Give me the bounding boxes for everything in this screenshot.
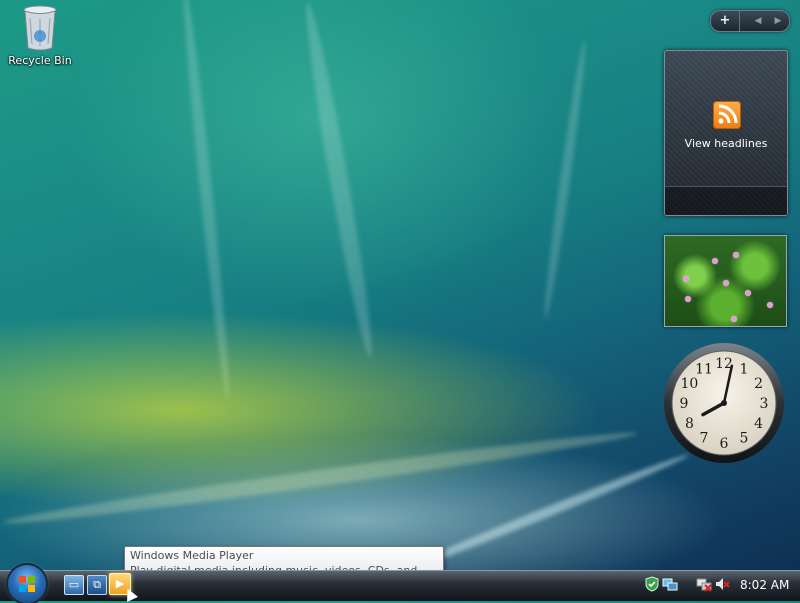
next-gadgets-button[interactable]: ▶ — [769, 11, 787, 31]
clock-face: 12 1234567891011 — [664, 343, 784, 463]
desktop-icon-label: Recycle Bin — [8, 54, 72, 67]
clock-number: 6 — [720, 436, 729, 452]
clock-gadget[interactable]: 12 1 2 3 4 5 6 7 8 9 10 11 — [663, 342, 785, 464]
wallpaper-streak — [178, 0, 234, 400]
recycle-bin-icon — [23, 5, 57, 51]
windows-logo-icon — [19, 576, 35, 592]
shield-icon[interactable] — [644, 576, 660, 592]
network-icon[interactable] — [662, 576, 678, 592]
flower-photo-icon — [665, 236, 786, 326]
clock-number: 4 — [754, 416, 763, 432]
sidebar-controls: + ◀ ▶ — [710, 10, 790, 32]
previous-gadgets-button[interactable]: ◀ — [749, 11, 767, 31]
clock-number: 7 — [700, 431, 709, 447]
feed-headlines-gadget[interactable]: View headlines — [664, 50, 788, 216]
clock-number: 8 — [685, 416, 694, 432]
desktop-icon-recycle-bin[interactable]: Recycle Bin — [6, 4, 74, 67]
network-disconnected-icon[interactable] — [696, 576, 712, 592]
show-desktop-button[interactable]: ▭ — [64, 575, 84, 595]
show-desktop-icon: ▭ — [68, 578, 80, 591]
wallpaper-streak — [298, 1, 380, 359]
slideshow-gadget[interactable] — [664, 235, 787, 327]
clock-number: 1 — [740, 361, 749, 377]
start-button[interactable] — [8, 565, 46, 603]
clock-number: 3 — [760, 396, 769, 412]
volume-muted-icon[interactable] — [714, 576, 730, 592]
switch-windows-icon: ⧉ — [93, 578, 101, 591]
view-headlines-link[interactable]: View headlines — [665, 137, 787, 150]
tooltip-title: Windows Media Player — [130, 549, 254, 562]
clock-number: 11 — [695, 361, 713, 377]
clock-number: 5 — [740, 431, 749, 447]
rss-icon — [713, 101, 741, 129]
clock-number: 10 — [680, 376, 698, 392]
add-gadget-button[interactable]: + — [711, 11, 740, 31]
clock-time[interactable]: 8:02 AM — [740, 570, 789, 600]
clock-number: 9 — [680, 396, 689, 412]
system-tray: 8:02 AM — [644, 570, 800, 600]
switch-windows-button[interactable]: ⧉ — [87, 575, 107, 595]
wallpaper-streak — [540, 40, 590, 320]
feed-gadget-footer — [665, 186, 787, 215]
clock-number: 2 — [754, 376, 763, 392]
